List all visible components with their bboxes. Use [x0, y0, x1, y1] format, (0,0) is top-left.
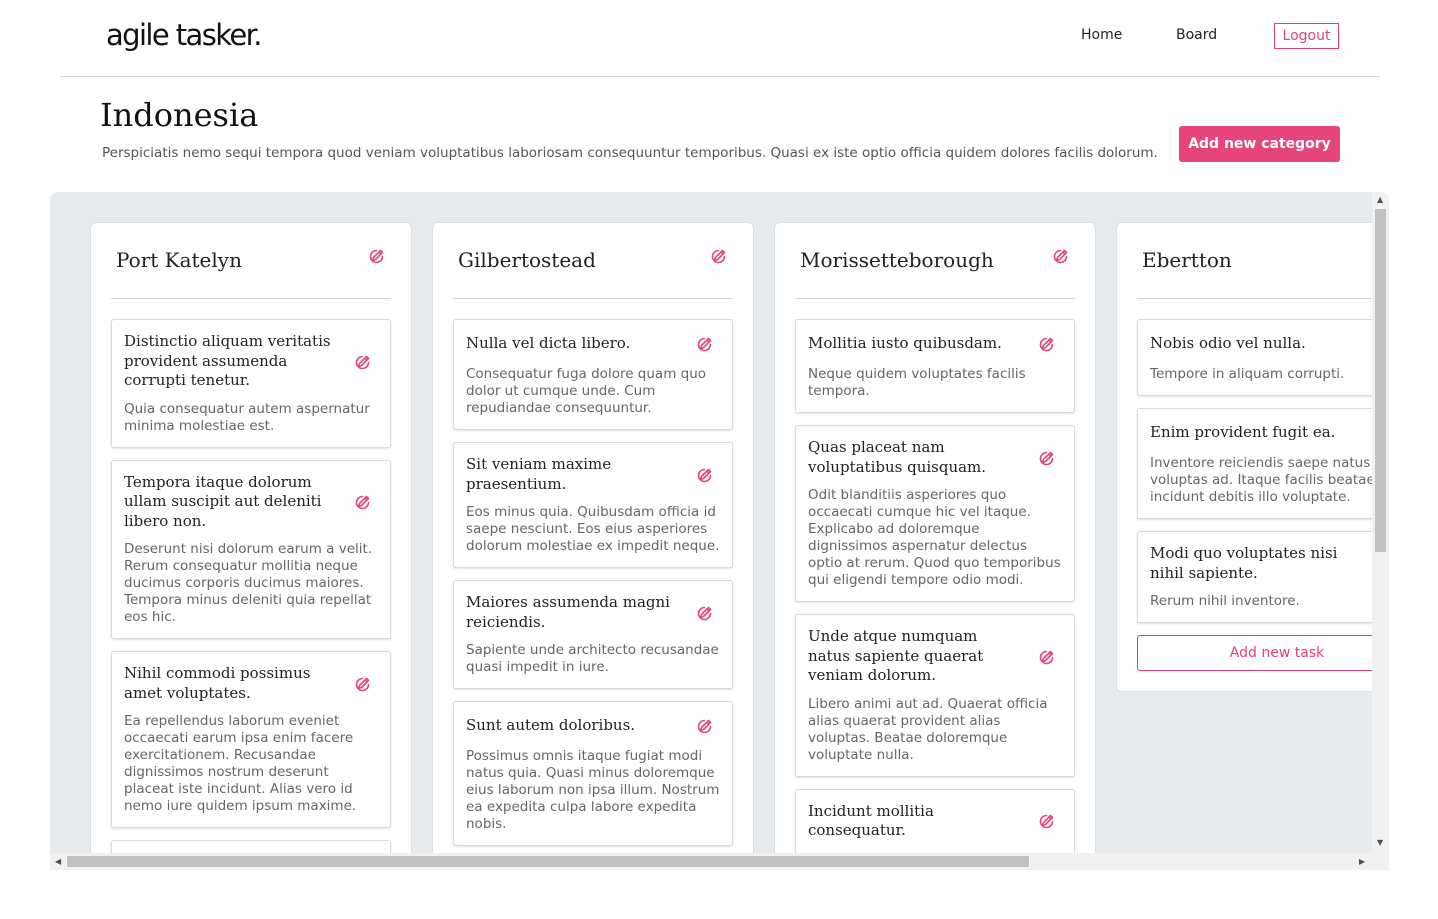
column: Morissetteborough Mollitia iusto quibusda…: [774, 222, 1096, 853]
task-card[interactable]: Sit veniam maxime praesentium. Eos minus …: [453, 442, 733, 568]
column: Ebertton Nobis odio vel nulla. Tempore in …: [1116, 222, 1372, 692]
column: Port Katelyn Distinctio aliquam veritatis…: [90, 222, 412, 853]
task-description: Neque quidem voluptates facilis tempora.: [808, 366, 1026, 399]
top-nav-bar: agile tasker. Home Board Logout: [60, 0, 1380, 77]
task-description: Eos minus quia. Quibusdam officia id sae…: [466, 504, 720, 554]
task-title: Unde atque numquam natus sapiente quaera…: [808, 627, 984, 684]
add-task-button[interactable]: Add new task: [1137, 635, 1372, 671]
column-header: Morissetteborough: [795, 223, 1075, 299]
task-title: Enim provident fugit ea.: [1150, 423, 1336, 442]
task-card[interactable]: Unde atque numquam natus sapiente quaera…: [795, 614, 1075, 777]
horizontal-scrollbar-thumb[interactable]: [67, 856, 1029, 867]
task-title: Sunt autem doloribus.: [466, 716, 636, 735]
scroll-left-arrow-icon[interactable]: ◀: [55, 857, 61, 866]
task-title: Nulla vel dicta libero.: [466, 334, 631, 353]
edit-task-pencil-icon[interactable]: [354, 353, 372, 371]
nav-link-board[interactable]: Board: [1176, 27, 1217, 43]
task-description: Deserunt nisi dolorum earum a velit. Rer…: [124, 541, 373, 625]
card-list: Distinctio aliquam veritatis provident a…: [91, 299, 411, 853]
column: Gilbertostead Nulla vel dicta libero. Cons…: [432, 222, 754, 853]
card-list: Nobis odio vel nulla. Tempore in aliquam …: [1117, 299, 1372, 691]
task-card[interactable]: Quas placeat nam voluptatibus quisquam. O…: [795, 425, 1075, 602]
scroll-right-arrow-icon[interactable]: ▶: [1359, 857, 1365, 866]
edit-task-pencil-icon[interactable]: [1038, 335, 1056, 353]
task-description: Sapiente unde architecto recusandae quas…: [466, 642, 719, 675]
task-description: Quia consequatur autem aspernatur minima…: [124, 400, 370, 434]
task-card[interactable]: Maiores assumenda magni reiciendis. Sapie…: [453, 580, 733, 689]
task-title: Maiores assumenda magni reiciendis.: [466, 593, 670, 631]
task-title: Distinctio aliquam veritatis provident a…: [124, 332, 331, 389]
task-title: Quas placeat nam voluptatibus quisquam.: [808, 438, 987, 476]
column-header: Port Katelyn: [111, 223, 391, 299]
board: Port Katelyn Distinctio aliquam veritatis…: [50, 192, 1389, 870]
task-card[interactable]: Nobis odio vel nulla. Tempore in aliquam …: [1137, 319, 1372, 396]
task-title: Nihil commodi possimus amet voluptates.: [124, 664, 311, 702]
column-title: Ebertton: [1142, 248, 1232, 272]
add-category-button[interactable]: Add new category: [1179, 126, 1340, 162]
task-description: Inventore reiciendis saepe natus volupta…: [1150, 455, 1372, 505]
task-title: Mollitia iusto quibusdam.: [808, 334, 1002, 353]
task-card[interactable]: Modi quo voluptates nisi nihil sapiente.…: [1137, 531, 1372, 623]
task-title: Sit veniam maxime praesentium.: [466, 455, 612, 493]
edit-task-pencil-icon[interactable]: [696, 466, 714, 484]
scroll-down-arrow-icon[interactable]: ▼: [1377, 838, 1383, 847]
app-logo[interactable]: agile tasker.: [106, 18, 262, 52]
logout-button[interactable]: Logout: [1274, 23, 1339, 49]
task-title: Incidunt mollitia consequatur.: [808, 801, 934, 840]
edit-task-pencil-icon[interactable]: [354, 493, 372, 511]
column-header: Gilbertostead: [453, 223, 733, 299]
column-header: Ebertton: [1137, 223, 1372, 299]
edit-task-pencil-icon[interactable]: [696, 604, 714, 622]
edit-task-pencil-icon[interactable]: [1038, 648, 1056, 666]
card-list: Nulla vel dicta libero. Consequatur fuga …: [433, 299, 753, 853]
task-card[interactable]: Mollitia iusto quibusdam. Neque quidem vo…: [795, 319, 1075, 413]
task-card[interactable]: Nulla vel dicta libero. Consequatur fuga …: [453, 319, 733, 430]
horizontal-scrollbar[interactable]: ◀ ▶: [50, 853, 1389, 870]
task-description: Odit blanditiis asperiores quo occaecati…: [808, 487, 1061, 588]
task-description: Consequatur fuga dolore quam quo dolor u…: [466, 366, 707, 416]
column-title: Port Katelyn: [116, 248, 242, 272]
edit-column-pencil-icon[interactable]: [710, 247, 728, 265]
page-title: Indonesia: [100, 96, 259, 134]
task-card[interactable]: Tempora itaque dolorum ullam suscipit au…: [111, 459, 391, 639]
edit-task-pencil-icon[interactable]: [1038, 449, 1056, 467]
vertical-scrollbar[interactable]: ▲ ▼: [1372, 192, 1389, 853]
edit-column-pencil-icon[interactable]: [1052, 247, 1070, 265]
page-description: Perspiciatis nemo sequi tempora quod ven…: [102, 145, 1158, 161]
nav-link-home[interactable]: Home: [1081, 27, 1122, 43]
column-title: Morissetteborough: [800, 248, 994, 272]
task-card[interactable]: Sunt autem doloribus. Possimus omnis itaq…: [453, 701, 733, 846]
board-columns-area: Port Katelyn Distinctio aliquam veritatis…: [50, 192, 1372, 853]
scroll-up-arrow-icon[interactable]: ▲: [1377, 195, 1383, 204]
edit-task-pencil-icon[interactable]: [354, 675, 372, 693]
task-card[interactable]: Distinctio aliquam veritatis provident a…: [111, 319, 391, 448]
edit-task-pencil-icon[interactable]: [696, 335, 714, 353]
edit-column-pencil-icon[interactable]: [368, 247, 386, 265]
task-card[interactable]: Enim provident fugit ea. Inventore reicie…: [1137, 408, 1372, 519]
edit-task-pencil-icon[interactable]: [696, 717, 714, 735]
task-description: Ea repellendus laborum eveniet occaecati…: [124, 713, 357, 814]
column-title: Gilbertostead: [458, 248, 596, 272]
task-card[interactable]: Nihil commodi possimus amet voluptates. E…: [111, 651, 391, 828]
task-description: Tempore in aliquam corrupti.: [1150, 366, 1345, 382]
task-description: Libero animi aut ad. Quaerat officia ali…: [808, 695, 1048, 763]
task-title: Nobis odio vel nulla.: [1150, 334, 1306, 353]
task-description: Rerum nihil inventore.: [1150, 593, 1300, 609]
task-description: Possimus omnis itaque fugiat modi natus …: [466, 748, 720, 832]
task-title: Tempora itaque dolorum ullam suscipit au…: [124, 472, 322, 530]
card-list: Mollitia iusto quibusdam. Neque quidem vo…: [775, 299, 1095, 853]
task-title: Modi quo voluptates nisi nihil sapiente.: [1150, 544, 1338, 582]
vertical-scrollbar-thumb[interactable]: [1375, 209, 1386, 552]
task-card[interactable]: Incidunt mollitia consequatur.Quam inven…: [795, 788, 1075, 853]
edit-task-pencil-icon[interactable]: [1038, 812, 1056, 830]
task-card[interactable]: Voluptatibus sapiente magnam: [111, 840, 391, 853]
